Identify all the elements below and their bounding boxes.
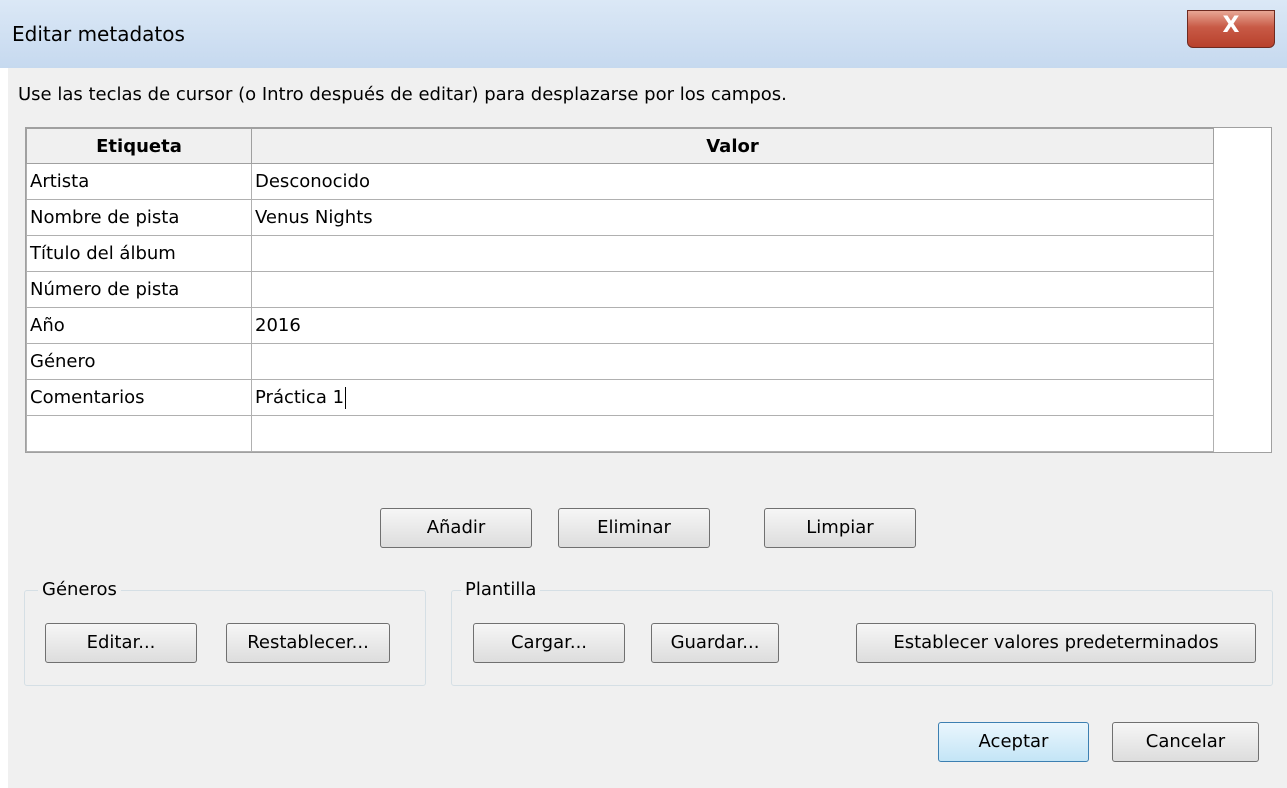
value-cell[interactable]: Desconocido: [251, 163, 1214, 200]
edit-genres-button[interactable]: Editar...: [45, 623, 197, 663]
load-template-button[interactable]: Cargar...: [473, 623, 625, 663]
cancel-button[interactable]: Cancelar: [1112, 722, 1259, 762]
tag-cell[interactable]: Número de pista: [26, 271, 252, 308]
table-header-row: Etiqueta Valor: [26, 128, 1214, 164]
genres-group-label: Géneros: [38, 579, 121, 600]
value-cell[interactable]: 2016: [251, 307, 1214, 344]
close-button[interactable]: X: [1187, 10, 1275, 48]
tag-cell[interactable]: Género: [26, 343, 252, 380]
metadata-table: Etiqueta Valor Artista Desconocido Nombr…: [26, 128, 1214, 452]
reset-genres-button[interactable]: Restablecer...: [226, 623, 390, 663]
value-cell[interactable]: [251, 271, 1214, 308]
close-icon: X: [1222, 13, 1240, 38]
value-cell[interactable]: [251, 415, 1214, 452]
remove-button[interactable]: Eliminar: [558, 508, 710, 548]
table-row[interactable]: Número de pista: [26, 271, 1214, 308]
tag-cell[interactable]: Comentarios: [26, 379, 252, 416]
value-cell[interactable]: [251, 235, 1214, 272]
template-group-label: Plantilla: [461, 579, 541, 600]
table-row[interactable]: [26, 415, 1214, 452]
instruction-text: Use las teclas de cursor (o Intro despué…: [18, 84, 787, 105]
tag-cell[interactable]: Artista: [26, 163, 252, 200]
table-row[interactable]: Año 2016: [26, 307, 1214, 344]
value-cell-editing[interactable]: Práctica 1: [251, 379, 1214, 416]
tag-cell[interactable]: Nombre de pista: [26, 199, 252, 236]
clear-button[interactable]: Limpiar: [764, 508, 916, 548]
title-bar: Editar metadatos X: [0, 0, 1287, 68]
value-cell[interactable]: Venus Nights: [251, 199, 1214, 236]
save-template-button[interactable]: Guardar...: [651, 623, 779, 663]
table-row[interactable]: Género: [26, 343, 1214, 380]
tag-cell[interactable]: Año: [26, 307, 252, 344]
tag-cell[interactable]: [26, 415, 252, 452]
ok-button[interactable]: Aceptar: [938, 722, 1089, 762]
text-cursor: [345, 386, 347, 409]
add-button[interactable]: Añadir: [380, 508, 532, 548]
table-row[interactable]: Comentarios Práctica 1: [26, 379, 1214, 416]
window-title: Editar metadatos: [12, 22, 185, 46]
column-header-tag[interactable]: Etiqueta: [26, 128, 252, 164]
metadata-grid[interactable]: Etiqueta Valor Artista Desconocido Nombr…: [25, 127, 1272, 453]
table-row[interactable]: Nombre de pista Venus Nights: [26, 199, 1214, 236]
set-defaults-button[interactable]: Establecer valores predeterminados: [856, 623, 1256, 663]
column-header-value[interactable]: Valor: [251, 128, 1214, 164]
table-row[interactable]: Título del álbum: [26, 235, 1214, 272]
value-cell[interactable]: [251, 343, 1214, 380]
table-row[interactable]: Artista Desconocido: [26, 163, 1214, 200]
value-edit-text[interactable]: Práctica 1: [255, 387, 344, 408]
tag-cell[interactable]: Título del álbum: [26, 235, 252, 272]
